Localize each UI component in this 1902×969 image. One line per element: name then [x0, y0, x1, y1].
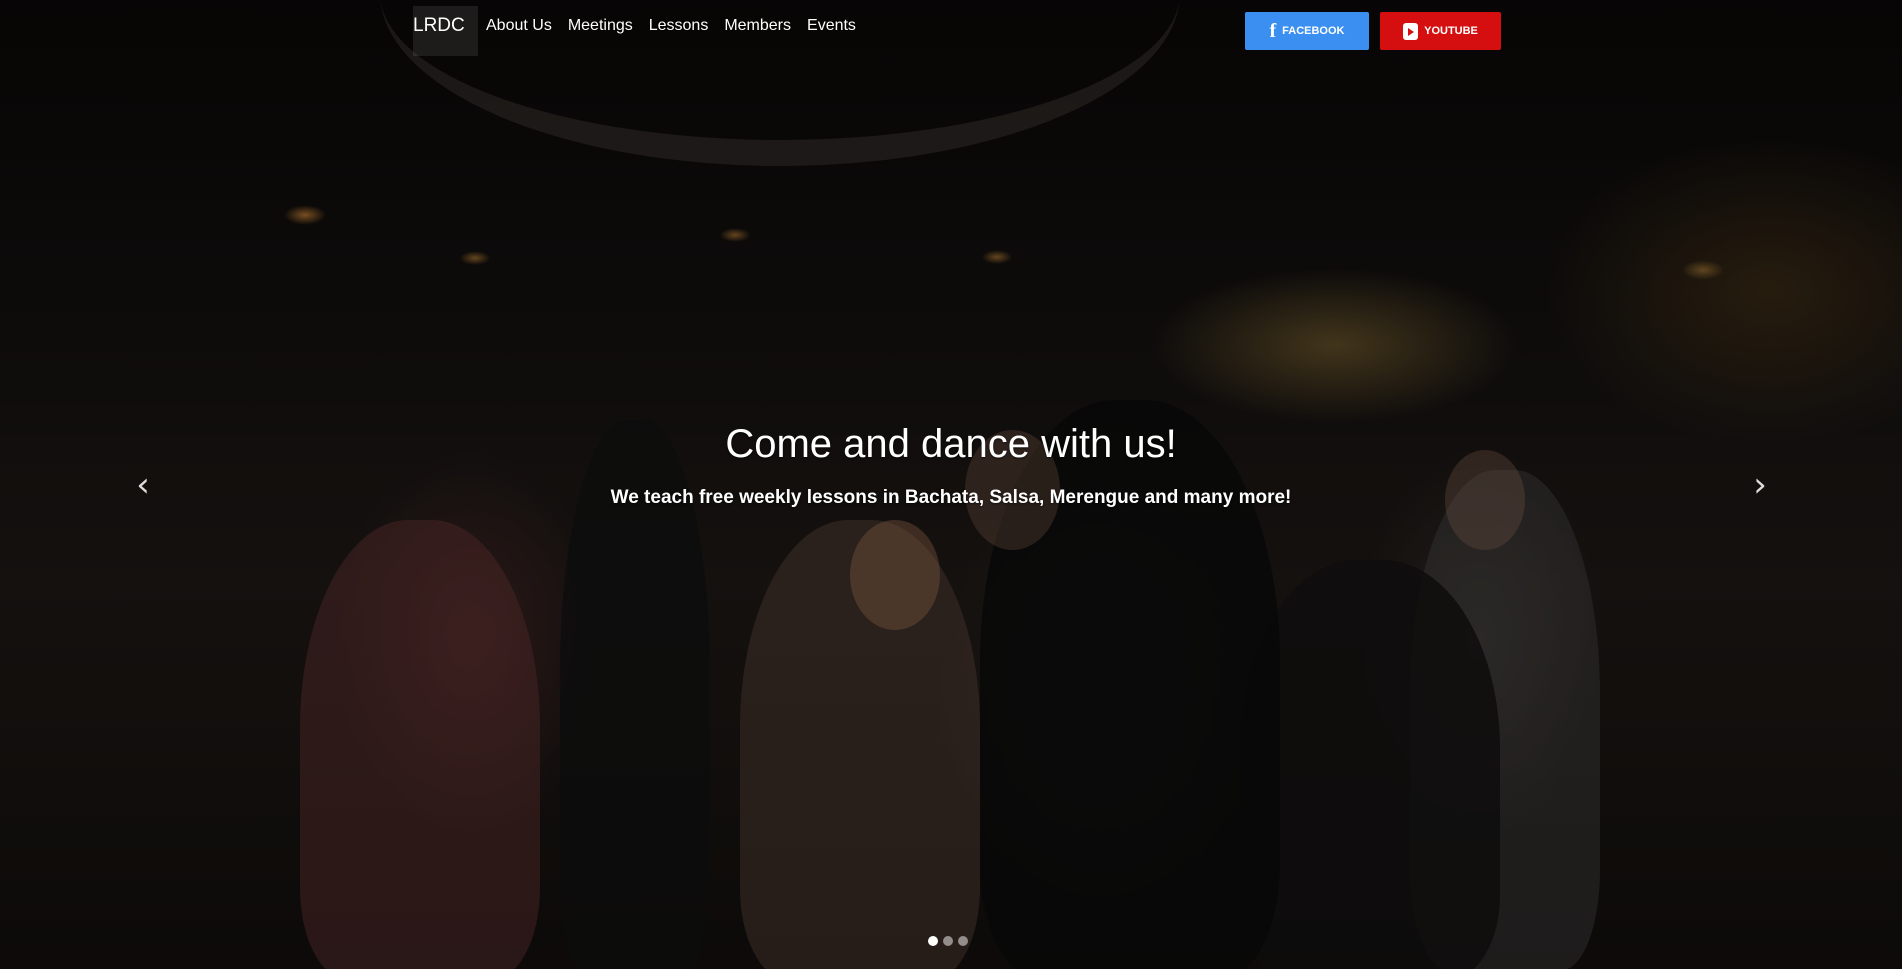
nav-link-members[interactable]: Members — [724, 14, 791, 38]
carousel-indicator-3[interactable] — [958, 936, 968, 946]
nav-link-about-us[interactable]: About Us — [486, 14, 552, 38]
nav-link-events[interactable]: Events — [807, 14, 856, 38]
main-nav: About Us Meetings Lessons Members Events — [486, 14, 872, 38]
hero-background-image — [0, 0, 1902, 969]
brand-label: LRDC — [413, 15, 465, 36]
carousel-indicator-1[interactable] — [928, 936, 938, 946]
carousel-prev-button[interactable]: ‹ — [128, 465, 158, 505]
carousel-indicator-2[interactable] — [943, 936, 953, 946]
youtube-icon — [1403, 22, 1419, 40]
brand-logo-link[interactable]: LRDC — [413, 6, 478, 56]
hero-title: Come and dance with us! — [725, 422, 1177, 466]
nav-link-lessons[interactable]: Lessons — [649, 14, 709, 38]
chevron-right-icon: › — [1753, 465, 1767, 505]
nav-link-meetings[interactable]: Meetings — [568, 14, 633, 38]
carousel-next-button[interactable]: › — [1745, 465, 1775, 505]
facebook-label: FACEBOOK — [1282, 25, 1345, 37]
youtube-label: YOUTUBE — [1424, 25, 1478, 37]
facebook-button[interactable]: f FACEBOOK — [1245, 12, 1369, 50]
carousel-indicators — [928, 936, 968, 946]
chevron-left-icon: ‹ — [136, 465, 150, 505]
hero-overlay — [0, 0, 1902, 969]
youtube-button[interactable]: YOUTUBE — [1380, 12, 1501, 50]
hero-subtitle: We teach free weekly lessons in Bachata,… — [610, 487, 1292, 508]
facebook-icon: f — [1269, 20, 1277, 42]
